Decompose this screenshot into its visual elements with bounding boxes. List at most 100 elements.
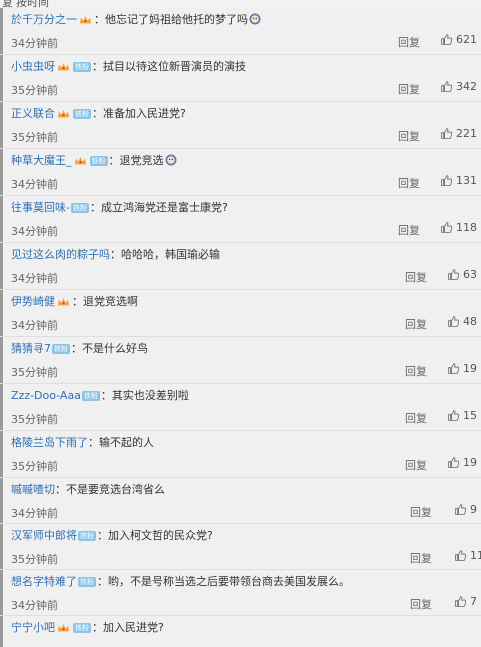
reply-button[interactable]: 回复 [410, 550, 432, 566]
comment-item: 小虫虫呀 铁粉 ：拭目以待这位新晋演员的演技 35分钟前 回复 342 [0, 55, 481, 102]
comment-username[interactable]: 於千万分之一 [11, 13, 77, 26]
comment-timestamp: 35分钟前 [11, 366, 58, 379]
comment-line: 正义联合 铁粉 ：准备加入民进党? [11, 107, 186, 120]
like-count: 63 [463, 268, 477, 281]
comment-line: 猜猜寻7 铁粉 ：不是什么好鸟 [11, 342, 148, 355]
crown-badge-icon [57, 622, 70, 632]
comment-accent-bar [0, 8, 3, 54]
reply-button[interactable]: 回复 [405, 363, 427, 379]
comment-item: 嘁嘁喳切：不是要竞选台湾省么 34分钟前 回复 9 [0, 478, 481, 524]
comment-line: 想名字特难了 铁粉 ：哟，不是号称当选之后要带领台商去美国发展么。 [11, 575, 350, 588]
crown-badge-icon [57, 61, 70, 71]
like-button[interactable]: 342 [440, 80, 477, 93]
thumbs-up-icon [440, 221, 456, 234]
comment-colon: ： [88, 436, 99, 449]
fan-badge: 铁粉 [78, 531, 96, 541]
like-button[interactable]: 9 [454, 503, 477, 516]
comment-username[interactable]: 往事莫回味- [11, 201, 70, 214]
comment-accent-bar [0, 384, 3, 430]
comment-item: 格陵兰岛下雨了：输不起的人 35分钟前 回复 19 [0, 431, 481, 478]
comment-line: 种草大魔王_ 铁粉 ：退党竞选 [11, 154, 177, 167]
reply-button[interactable]: 回复 [410, 596, 432, 612]
comment-accent-bar [0, 149, 3, 195]
like-button[interactable]: 48 [447, 315, 477, 328]
reply-button[interactable]: 回复 [405, 457, 427, 473]
comment-accent-bar [0, 243, 3, 289]
comment-colon: ： [92, 621, 103, 634]
comment-timestamp: 34分钟前 [11, 272, 58, 285]
comment-username[interactable]: 嘁嘁喳切 [11, 483, 55, 496]
thumbs-up-icon [447, 268, 463, 281]
thumbs-up-icon [447, 315, 463, 328]
comment-timestamp: 34分钟前 [11, 599, 58, 612]
reply-button[interactable]: 回复 [398, 175, 420, 191]
like-count: 621 [456, 33, 477, 46]
fan-badge: 铁粉 [81, 391, 100, 401]
comment-line: 往事莫回味- 铁粉 ：成立鸿海党还是富士康党? [11, 201, 228, 214]
comment-username[interactable]: 正义联合 [11, 107, 55, 120]
comment-item: 伊势崎健 ：退党竞选啊 34分钟前 回复 48 [0, 290, 481, 337]
thumbs-up-icon [440, 33, 456, 46]
comment-username[interactable]: 汉军师中郎将 [11, 529, 77, 542]
fan-badge: 铁粉 [78, 577, 96, 587]
reply-button[interactable]: 回复 [405, 410, 427, 426]
comment-colon: ： [55, 483, 66, 496]
header-right-text[interactable]: 按时间 [16, 0, 49, 8]
like-button[interactable]: 118 [440, 221, 477, 234]
comment-line: 宁宁小吧 铁粉 ：加入民进党? [11, 621, 164, 634]
comment-username[interactable]: 小虫虫呀 [11, 60, 55, 73]
like-button[interactable]: 131 [440, 174, 477, 187]
comment-text: 退党竞选 [119, 154, 164, 167]
comment-accent-bar [0, 102, 3, 148]
comment-line: Zzz-Doo-Aaa 铁粉 ：其实也没差别啦 [11, 389, 189, 402]
like-count: 131 [456, 174, 477, 187]
comment-accent-bar [0, 55, 3, 101]
comment-timestamp: 34分钟前 [11, 178, 58, 191]
comment-username[interactable]: 种草大魔王_ [11, 154, 72, 167]
comment-username[interactable]: 宁宁小吧 [11, 621, 55, 634]
comment-username[interactable]: 想名字特难了 [11, 575, 77, 588]
emoji-icon [249, 13, 261, 25]
comment-timestamp: 34分钟前 [11, 507, 58, 520]
fan-badge: 铁粉 [52, 344, 70, 354]
comment-timestamp: 34分钟前 [11, 225, 58, 238]
comment-item: 正义联合 铁粉 ：准备加入民进党? 35分钟前 回复 221 [0, 102, 481, 149]
thumbs-up-icon [440, 174, 456, 187]
reply-button[interactable]: 回复 [405, 316, 427, 332]
comment-username[interactable]: Zzz-Doo-Aaa [11, 389, 81, 402]
like-button[interactable]: 7 [454, 595, 477, 608]
thumbs-up-icon [447, 456, 463, 469]
comment-text: 输不起的人 [99, 436, 154, 449]
comment-timestamp: 35分钟前 [11, 413, 58, 426]
comment-text: 加入民进党? [103, 621, 164, 634]
reply-button[interactable]: 回复 [398, 34, 420, 50]
like-button[interactable]: 11 [454, 549, 481, 562]
reply-button[interactable]: 回复 [398, 81, 420, 97]
comment-username[interactable]: 格陵兰岛下雨了 [11, 436, 88, 449]
like-button[interactable]: 15 [447, 409, 477, 422]
emoji-icon [165, 154, 177, 166]
comment-text: 退党竞选啊 [83, 295, 138, 308]
comment-item: 於千万分之一 ：他忘记了妈祖给他托的梦了吗 34分钟前 回复 621 [0, 8, 481, 55]
comment-colon: ： [94, 13, 105, 26]
comment-item: 见过这么肉的粽子吗：哈哈哈，韩国瑜必输 34分钟前 回复 63 [0, 243, 481, 290]
comment-username[interactable]: 猜猜寻7 [11, 342, 51, 355]
like-button[interactable]: 19 [447, 456, 477, 469]
reply-button[interactable]: 回复 [410, 504, 432, 520]
reply-button[interactable]: 回复 [405, 269, 427, 285]
fan-badge: 铁粉 [73, 62, 91, 72]
like-button[interactable]: 63 [447, 268, 477, 281]
reply-button[interactable]: 回复 [398, 128, 420, 144]
comment-username[interactable]: 见过这么肉的粽子吗 [11, 248, 110, 261]
reply-button[interactable]: 回复 [398, 222, 420, 238]
like-button[interactable]: 19 [447, 362, 477, 375]
comment-username[interactable]: 伊势崎健 [11, 295, 55, 308]
header-left-text: 复 [2, 0, 13, 8]
like-button[interactable]: 221 [440, 127, 477, 140]
crown-badge-icon [79, 14, 92, 24]
like-button[interactable]: 621 [440, 33, 477, 46]
thumbs-up-icon [454, 503, 470, 516]
comment-text: 不是要竞选台湾省么 [66, 483, 165, 496]
comment-colon: ： [92, 60, 103, 73]
comment-item: 想名字特难了 铁粉 ：哟，不是号称当选之后要带领台商去美国发展么。 34分钟前 回复 7 [0, 570, 481, 616]
